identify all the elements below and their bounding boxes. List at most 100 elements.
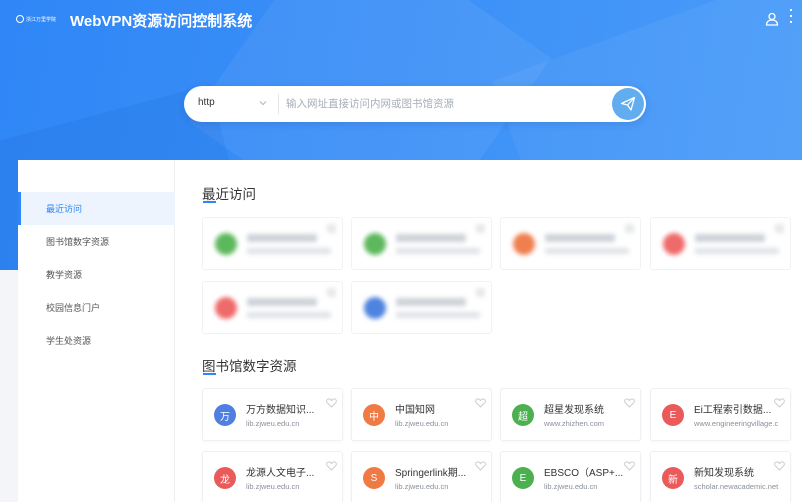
- resource-icon: E: [662, 404, 684, 426]
- resource-url: lib.zjweu.edu.cn: [544, 482, 598, 491]
- search-bar: http: [184, 86, 646, 122]
- resource-card[interactable]: S Springerlink期... lib.zjweu.edu.cn: [351, 451, 492, 502]
- app-title: WebVPN资源访问控制系统: [70, 13, 253, 30]
- blurred-name: [247, 234, 317, 242]
- resource-name: 中国知网: [395, 405, 435, 416]
- more-icon[interactable]: [788, 6, 802, 30]
- section-title-recent: 最近访问: [202, 187, 256, 202]
- resource-url: scholar.newacademic.net: [694, 482, 779, 491]
- university-logo: 浙江万里学院: [16, 14, 56, 24]
- recent-item[interactable]: [500, 217, 641, 270]
- resource-icon: 中: [363, 404, 385, 426]
- section-title-library: 图书馆数字资源: [202, 359, 297, 374]
- sidebar-item-student-affairs[interactable]: 学生处资源: [18, 324, 175, 357]
- heart-icon[interactable]: [326, 395, 337, 408]
- sidebar-item-recent[interactable]: 最近访问: [18, 192, 175, 225]
- resource-card[interactable]: 龙龙源人文电子... lib.zjweu.edu.cn: [202, 451, 343, 502]
- content-panel: 最近访问 图书馆数字资源 教学资源 校园信息门户 学生处资源 最近访问 图书馆数…: [18, 160, 802, 502]
- site-icon: [364, 297, 386, 319]
- heart-icon[interactable]: [624, 395, 635, 408]
- resource-name: Springerlink期...: [395, 468, 467, 479]
- send-icon: [620, 96, 636, 111]
- blurred-name: [695, 234, 765, 242]
- sidebar-item-label: 校园信息门户: [46, 303, 101, 313]
- resource-icon: 新: [662, 467, 684, 489]
- search-divider: [278, 94, 279, 114]
- sidebar-item-label: 教学资源: [46, 270, 83, 280]
- resource-name: 龙源人文电子...: [246, 468, 315, 479]
- heart-icon[interactable]: [475, 395, 486, 408]
- blurred-name: [396, 298, 466, 306]
- sidebar-item-library[interactable]: 图书馆数字资源: [18, 225, 175, 258]
- favorite-icon[interactable]: [476, 224, 485, 233]
- blurred-url: [695, 248, 779, 254]
- resource-name: 新知发现系统: [694, 468, 754, 479]
- recent-item[interactable]: [650, 217, 791, 270]
- recent-item[interactable]: [351, 281, 492, 334]
- logo-text: 浙江万里学院: [25, 16, 56, 23]
- user-icon[interactable]: [765, 12, 779, 26]
- resource-name: 超星发现系统: [544, 405, 604, 416]
- resource-card[interactable]: 新新知发现系统 scholar.newacademic.net: [650, 451, 791, 502]
- protocol-select[interactable]: http: [198, 97, 215, 108]
- resource-card[interactable]: 超超星发现系统 www.zhizhen.com: [500, 388, 641, 441]
- heart-icon[interactable]: [475, 458, 486, 471]
- blurred-url: [247, 248, 331, 254]
- sidebar: 最近访问 图书馆数字资源 教学资源 校园信息门户 学生处资源: [18, 160, 175, 502]
- resource-card[interactable]: 万万方数据知识... lib.zjweu.edu.cn: [202, 388, 343, 441]
- resource-icon: S: [363, 467, 385, 489]
- section-underline: [203, 201, 216, 203]
- resource-url: www.zhizhen.com: [544, 419, 605, 428]
- resource-icon: E: [512, 467, 534, 489]
- recent-item[interactable]: [351, 217, 492, 270]
- site-icon: [513, 233, 535, 255]
- blurred-url: [396, 312, 480, 318]
- resource-url: lib.zjweu.edu.cn: [246, 419, 300, 428]
- resource-url: www.engineeringvillage.c: [694, 419, 779, 428]
- resource-card[interactable]: E EBSCO（ASP+... lib.zjweu.edu.cn: [500, 451, 641, 502]
- resource-card[interactable]: E Ei工程索引数据... www.engineeringvillage.c: [650, 388, 791, 441]
- favorite-icon[interactable]: [476, 288, 485, 297]
- recent-item[interactable]: [202, 217, 343, 270]
- blurred-name: [247, 298, 317, 306]
- heart-icon[interactable]: [774, 458, 785, 471]
- heart-icon[interactable]: [624, 458, 635, 471]
- heart-icon[interactable]: [774, 395, 785, 408]
- resource-url: lib.zjweu.edu.cn: [395, 482, 449, 491]
- sidebar-item-label: 最近访问: [46, 204, 83, 214]
- section-underline: [203, 373, 216, 375]
- site-icon: [215, 297, 237, 319]
- favorite-icon[interactable]: [625, 224, 634, 233]
- sidebar-item-label: 学生处资源: [46, 336, 92, 346]
- go-button[interactable]: [612, 88, 644, 120]
- site-icon: [663, 233, 685, 255]
- logo-emblem-icon: [16, 15, 24, 23]
- resource-url: lib.zjweu.edu.cn: [395, 419, 449, 428]
- resource-name: 万方数据知识...: [246, 405, 315, 416]
- sidebar-item-label: 图书馆数字资源: [46, 237, 110, 247]
- sidebar-item-teaching[interactable]: 教学资源: [18, 258, 175, 291]
- site-icon: [364, 233, 386, 255]
- blurred-url: [545, 248, 629, 254]
- blurred-name: [396, 234, 466, 242]
- site-icon: [215, 233, 237, 255]
- recent-item[interactable]: [202, 281, 343, 334]
- resource-name: EBSCO（ASP+...: [544, 468, 624, 479]
- blurred-name: [545, 234, 615, 242]
- sidebar-item-campus-portal[interactable]: 校园信息门户: [18, 291, 175, 324]
- favorite-icon[interactable]: [775, 224, 784, 233]
- resource-url: lib.zjweu.edu.cn: [246, 482, 300, 491]
- resource-icon: 万: [214, 404, 236, 426]
- sidebar-menu: 最近访问 图书馆数字资源 教学资源 校园信息门户 学生处资源: [18, 192, 175, 357]
- resource-icon: 超: [512, 404, 534, 426]
- heart-icon[interactable]: [326, 458, 337, 471]
- blurred-url: [247, 312, 331, 318]
- resource-name: Ei工程索引数据...: [694, 405, 772, 416]
- url-input[interactable]: [286, 95, 606, 113]
- favorite-icon[interactable]: [327, 224, 336, 233]
- favorite-icon[interactable]: [327, 288, 336, 297]
- chevron-down-icon[interactable]: [258, 98, 268, 108]
- blurred-url: [396, 248, 480, 254]
- resource-icon: 龙: [214, 467, 236, 489]
- resource-card[interactable]: 中中国知网 lib.zjweu.edu.cn: [351, 388, 492, 441]
